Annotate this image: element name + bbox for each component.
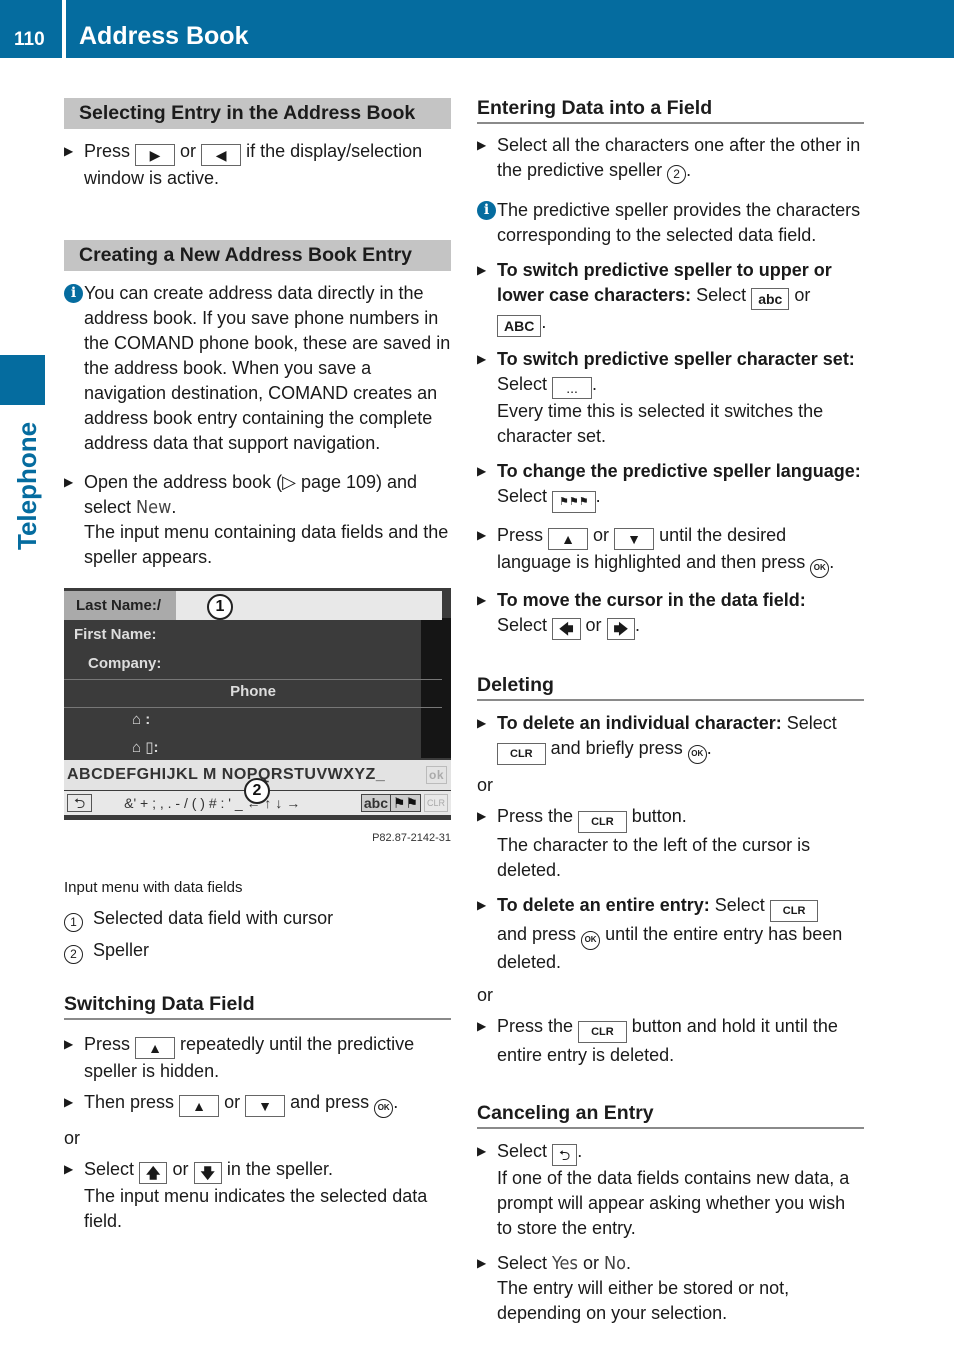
section-heading: Creating a New Address Book Entry	[64, 240, 451, 271]
speller-abc-key: abc	[360, 794, 391, 812]
side-tab-marker	[0, 355, 45, 405]
cursor-left-icon: 🡄	[552, 618, 581, 640]
instruction-step: Open the address book (▷ page 109) and s…	[64, 470, 451, 570]
ok-button-icon: OK	[581, 931, 601, 950]
instruction-step: To delete an individual character: Selec…	[477, 711, 864, 765]
instruction-step: To switch predictive speller to upper or…	[477, 258, 864, 337]
uppercase-key-icon: ABC	[497, 315, 542, 337]
instruction-step: Select Yes or No. The entry will either …	[477, 1251, 864, 1326]
instruction-step: Press the CLR button. The character to t…	[477, 804, 864, 883]
clr-key-icon: CLR	[578, 1021, 627, 1043]
up-key-icon: ▲	[179, 1095, 220, 1117]
instruction-step: Select ⮌. If one of the data fields cont…	[477, 1139, 864, 1241]
left-column: Selecting Entry in the Address Book Pres…	[64, 98, 451, 1234]
field-last-name: Last Name:/	[64, 591, 442, 620]
lowercase-key-icon: abc	[751, 288, 790, 310]
field-group-phone: Phone	[230, 683, 276, 700]
speller-language-key: ⚑⚑	[389, 794, 421, 812]
ok-button-icon: OK	[810, 559, 830, 578]
instruction-step: Select 🡅 or 🡇 in the speller. The input …	[64, 1157, 451, 1234]
up-key-icon: ▲	[135, 1037, 176, 1059]
info-icon: i	[477, 201, 496, 220]
info-icon: i	[64, 284, 83, 303]
speller-ok-key: ok	[425, 766, 447, 784]
or-separator: or	[64, 1128, 81, 1148]
arrow-down-icon: 🡇	[193, 1162, 222, 1184]
page-number: 110	[14, 29, 45, 50]
figure-code: P82.87-2142-31	[372, 832, 451, 844]
section-heading: Canceling an Entry	[477, 1100, 864, 1129]
section-heading: Deleting	[477, 672, 864, 701]
instruction-step: Then press ▲ or ▼ and press OK.	[64, 1090, 451, 1118]
instruction-step: To move the cursor in the data field: Se…	[477, 588, 864, 640]
field-first-name: First Name:	[74, 626, 157, 643]
instruction-step: To change the predictive speller languag…	[477, 459, 864, 513]
ok-button-icon: OK	[374, 1099, 394, 1118]
legend-item: 2 Speller	[64, 938, 451, 964]
callout-2-ref: 2	[667, 165, 687, 184]
speller-clr-key: CLR	[423, 794, 448, 812]
instruction-step: To switch predictive speller character s…	[477, 347, 864, 449]
instruction-step: Select all the characters one after the …	[477, 133, 864, 184]
callout-1: 1	[207, 594, 233, 620]
instruction-step: Press ▲ or ▼ until the desired language …	[477, 523, 864, 578]
clr-key-icon: CLR	[497, 743, 546, 765]
back-key-icon: ⮌	[67, 794, 93, 812]
field-home-phone: ⌂ :	[132, 711, 151, 728]
or-separator: or	[477, 775, 494, 795]
instruction-step: To delete an entire entry: Select CLR an…	[477, 893, 864, 975]
language-flags-icon: ⚑⚑⚑	[552, 491, 596, 513]
right-column: Entering Data into a Field Select all th…	[477, 95, 864, 1326]
section-heading: Switching Data Field	[64, 991, 451, 1020]
arrow-up-icon: 🡅	[139, 1162, 168, 1184]
down-key-icon: ▼	[614, 528, 655, 550]
menu-item-no: No	[604, 1253, 627, 1274]
chapter-title: Address Book	[79, 22, 249, 50]
right-arrow-key-icon: ▶	[135, 144, 176, 166]
or-separator: or	[477, 985, 494, 1005]
instruction-step: Press ▲ repeatedly until the predictive …	[64, 1032, 451, 1084]
info-note: i You can create address data directly i…	[64, 281, 451, 456]
callout-2: 2	[244, 778, 270, 804]
input-menu-screenshot: Last Name:/ First Name: Company: Phone ⌂…	[64, 588, 451, 820]
back-key-icon: ⮌	[552, 1144, 578, 1166]
legend-item: 1 Selected data field with cursor	[64, 906, 451, 932]
up-key-icon: ▲	[548, 528, 589, 550]
ok-button-icon: OK	[687, 745, 707, 764]
header-divider	[62, 0, 66, 58]
down-key-icon: ▼	[245, 1095, 286, 1117]
side-tab-label: Telephone	[12, 421, 42, 550]
clr-key-icon: CLR	[769, 900, 819, 922]
figure-caption: Input menu with data fields	[64, 879, 243, 896]
menu-item-yes: Yes	[552, 1253, 578, 1274]
instruction-step: Press ▶ or ◀ if the display/selection wi…	[64, 139, 451, 191]
clr-key-icon: CLR	[578, 811, 627, 833]
field-home-mobile: ⌂ ▯:	[132, 739, 159, 756]
field-company: Company:	[88, 655, 162, 672]
info-note: i The predictive speller provides the ch…	[477, 198, 864, 248]
page-header: 110 Address Book	[0, 0, 954, 58]
section-heading: Selecting Entry in the Address Book	[64, 98, 451, 129]
section-heading: Entering Data into a Field	[477, 95, 864, 124]
instruction-step: Press the CLR button and hold it until t…	[477, 1014, 864, 1068]
menu-item-new: New	[136, 497, 172, 518]
left-arrow-key-icon: ◀	[201, 144, 242, 166]
cursor-right-icon: 🡆	[606, 618, 636, 640]
charset-key-icon: ...	[552, 377, 593, 399]
